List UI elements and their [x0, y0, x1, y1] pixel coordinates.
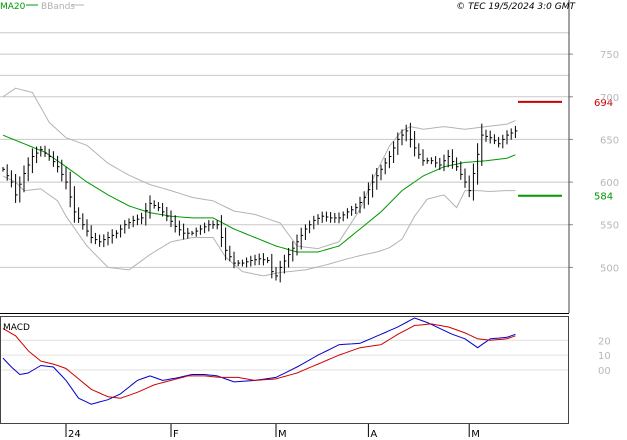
copyright-text: © TEC 19/5/2024 3:0 GMT — [456, 2, 576, 12]
x-tick-label: A — [370, 429, 377, 440]
macd-y-axis: 20 10 00 — [598, 336, 611, 377]
price-ytick-label: 500 — [600, 263, 619, 274]
price-ytick-label: 750 — [600, 50, 619, 61]
price-ytick-label: 650 — [600, 135, 619, 146]
macd-ytick-label: 00 — [598, 366, 611, 377]
price-ytick-label: 700 — [600, 93, 619, 104]
macd-ytick-label: 20 — [598, 336, 611, 347]
macd-panel-title: MACD — [3, 323, 30, 333]
x-tick-label: M — [471, 429, 480, 440]
support-level-label: 584 — [594, 192, 613, 203]
stock-chart: 694584 500550600650700750 201000 24 F M A M … — [0, 0, 627, 440]
price-ytick-label: 600 — [600, 178, 619, 189]
macd-ytick-label: 10 — [598, 351, 611, 362]
x-tick-label: 24 — [68, 429, 81, 440]
legend-bbands: BBands — [41, 2, 75, 12]
x-tick-label: M — [278, 429, 287, 440]
x-tick-label: F — [173, 429, 179, 440]
legend-ma20: MA20 — [0, 2, 26, 12]
price-ytick-label: 550 — [600, 221, 619, 232]
